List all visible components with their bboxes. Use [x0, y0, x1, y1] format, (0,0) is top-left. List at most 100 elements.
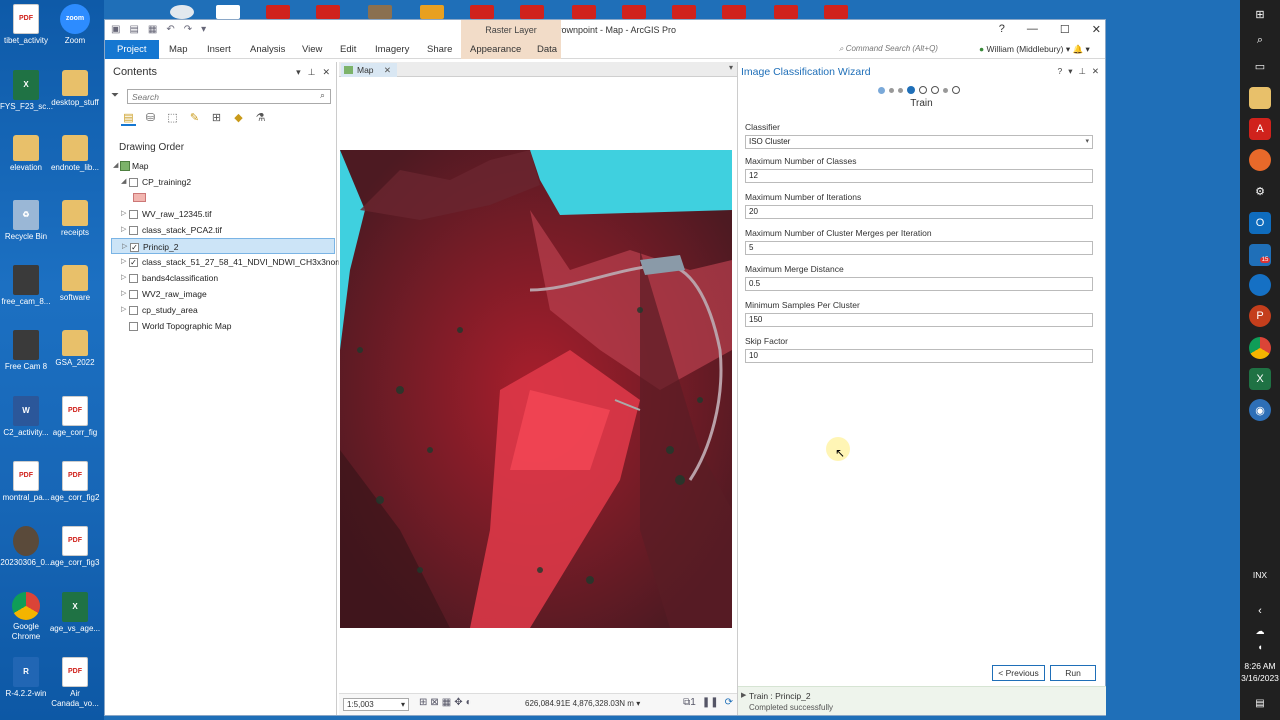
inx-label[interactable]: INX: [1240, 570, 1280, 581]
scale-selector[interactable]: 1:5,003 ▾: [343, 698, 409, 711]
help-icon[interactable]: ?: [999, 23, 1005, 36]
desktop-icon[interactable]: free_cam_8...: [0, 265, 52, 307]
taskbar-time[interactable]: 8:26 AM: [1240, 661, 1280, 672]
tab-data[interactable]: Data: [535, 40, 559, 59]
expand-icon[interactable]: ▷: [121, 286, 126, 302]
labeling-icon[interactable]: ◆: [231, 111, 246, 126]
pin-icon[interactable]: ⊥: [308, 67, 316, 78]
volume-icon[interactable]: ◖: [1249, 636, 1271, 658]
desktop-icon[interactable]: tibet_activity: [0, 4, 52, 46]
parameter-input[interactable]: 12: [745, 169, 1093, 183]
layer-visibility-checkbox[interactable]: [129, 274, 138, 283]
refresh-icon[interactable]: ⟳: [725, 697, 733, 708]
grid-icon[interactable]: ▦: [442, 697, 454, 708]
pause-drawing-icon[interactable]: ❚❚: [702, 697, 719, 708]
contents-search-input[interactable]: [127, 89, 331, 104]
expand-icon[interactable]: ▷: [121, 254, 126, 270]
notification-icon[interactable]: ▤: [1249, 692, 1271, 714]
selection-icon[interactable]: ⬚: [165, 111, 180, 126]
tab-appearance[interactable]: Appearance: [468, 40, 523, 59]
search-icon[interactable]: ⌕: [320, 90, 325, 101]
data-source-icon[interactable]: ⛁: [143, 111, 158, 126]
search-icon[interactable]: ⌕: [1249, 29, 1271, 51]
charts-icon[interactable]: ⚗: [253, 111, 268, 126]
layer-item[interactable]: ◢ CP_training2: [111, 174, 335, 190]
close-icon[interactable]: ✕: [1092, 66, 1099, 77]
map-view-tab[interactable]: Map ✕: [341, 63, 398, 77]
drawing-order-icon[interactable]: ▤: [121, 111, 136, 126]
run-button[interactable]: Run: [1050, 665, 1096, 681]
expand-icon[interactable]: ▷: [121, 222, 126, 238]
layer-visibility-checkbox[interactable]: ✓: [130, 243, 139, 252]
selection-count-icon[interactable]: ⧉1: [683, 697, 696, 708]
windows-start-icon[interactable]: ⊞: [1249, 3, 1271, 25]
arcgis-pro-icon[interactable]: ◉: [1249, 399, 1271, 421]
collapse-icon[interactable]: ◢: [121, 174, 126, 190]
layer-visibility-checkbox[interactable]: [129, 210, 138, 219]
fixed-zoom-icon[interactable]: ⊠: [430, 697, 441, 708]
chrome-icon[interactable]: [1249, 337, 1271, 359]
expand-icon[interactable]: ▷: [121, 270, 126, 286]
parameter-input[interactable]: 150: [745, 313, 1093, 327]
command-search[interactable]: ⌕ Command Search (Alt+Q): [839, 44, 977, 58]
tab-view[interactable]: View: [300, 40, 324, 59]
layer-item[interactable]: ▷ ✓ Princip_2: [111, 238, 335, 254]
snapping-icon[interactable]: ⊞: [209, 111, 224, 126]
notifications-icon[interactable]: 🔔: [1073, 44, 1084, 54]
edge-icon[interactable]: [1249, 274, 1271, 296]
desktop-icon[interactable]: age_corr_fig3: [49, 526, 101, 568]
layer-item[interactable]: World Topographic Map: [111, 318, 335, 334]
layer-item[interactable]: ▷ bands4classification: [111, 270, 335, 286]
tab-analysis[interactable]: Analysis: [248, 40, 287, 59]
expand-icon[interactable]: ▷: [122, 239, 127, 255]
zoom-extent-icon[interactable]: ⊞: [419, 697, 430, 708]
editing-icon[interactable]: ✎: [187, 111, 202, 126]
desktop-icon[interactable]: X FYS_F23_sc...: [0, 70, 53, 112]
taskbar-date[interactable]: 3/16/2023: [1240, 673, 1280, 684]
close-icon[interactable]: ✕: [1092, 23, 1101, 36]
desktop-icon[interactable]: elevation: [0, 135, 52, 173]
desktop-icon[interactable]: Xage_vs_age...: [49, 592, 101, 634]
desktop-icon[interactable]: desktop_stuff: [49, 70, 101, 108]
user-account[interactable]: ● William (Middlebury) ▾ 🔔 ▾: [979, 44, 1090, 55]
layer-item[interactable]: ▷ WV2_raw_image: [111, 286, 335, 302]
close-icon[interactable]: ✕: [384, 65, 391, 75]
desktop-icon[interactable]: R R-4.2.2-win: [0, 657, 52, 699]
tab-insert[interactable]: Insert: [205, 40, 233, 59]
desktop-icon[interactable]: 20230306_0...: [0, 526, 52, 568]
close-icon[interactable]: ✕: [322, 67, 330, 78]
collapse-icon[interactable]: ◢: [113, 158, 118, 174]
layer-item[interactable]: ▷ cp_study_area: [111, 302, 335, 318]
desktop-icon[interactable]: W C2_activity...: [0, 396, 52, 438]
layer-visibility-checkbox[interactable]: [129, 226, 138, 235]
desktop-icon[interactable]: GSA_2022: [49, 330, 101, 368]
satellite-imagery-display[interactable]: [340, 150, 732, 628]
previous-button[interactable]: < Previous: [992, 665, 1045, 681]
desktop-icon[interactable]: age_corr_fig: [49, 396, 101, 438]
file-explorer-icon[interactable]: [1249, 87, 1271, 109]
navigator-icon[interactable]: ◐: [466, 697, 475, 708]
layer-visibility-checkbox[interactable]: [129, 306, 138, 315]
parameter-input[interactable]: 5: [745, 241, 1093, 255]
coordinate-readout[interactable]: 626,084.91E 4,876,328.03N m ▾: [525, 699, 640, 708]
desktop-icon[interactable]: Google Chrome: [0, 592, 52, 642]
powerpoint-icon[interactable]: P: [1249, 305, 1271, 327]
layer-visibility-checkbox[interactable]: [129, 178, 138, 187]
desktop-icon[interactable]: receipts: [49, 200, 101, 238]
tab-share[interactable]: Share: [425, 40, 454, 59]
pane-options-icon[interactable]: ▾: [296, 67, 301, 78]
acrobat-icon[interactable]: A: [1249, 118, 1271, 140]
desktop-icon[interactable]: software: [49, 265, 101, 303]
chevron-up-icon[interactable]: ‹: [1249, 600, 1271, 622]
minimize-icon[interactable]: —: [1027, 23, 1038, 36]
desktop-icon[interactable]: montral_pa...: [0, 461, 52, 503]
parameter-input[interactable]: 10: [745, 349, 1093, 363]
desktop-icon[interactable]: Air Canada_vo...: [49, 657, 101, 709]
expand-icon[interactable]: ▷: [121, 206, 126, 222]
tab-edit[interactable]: Edit: [338, 40, 358, 59]
desktop-icon[interactable]: age_corr_fig2: [49, 461, 101, 503]
calendar-icon[interactable]: 15: [1249, 244, 1271, 266]
desktop-icon[interactable]: endnote_lib...: [49, 135, 101, 173]
desktop-icon[interactable]: Free Cam 8: [0, 330, 52, 372]
layer-visibility-checkbox[interactable]: [129, 290, 138, 299]
